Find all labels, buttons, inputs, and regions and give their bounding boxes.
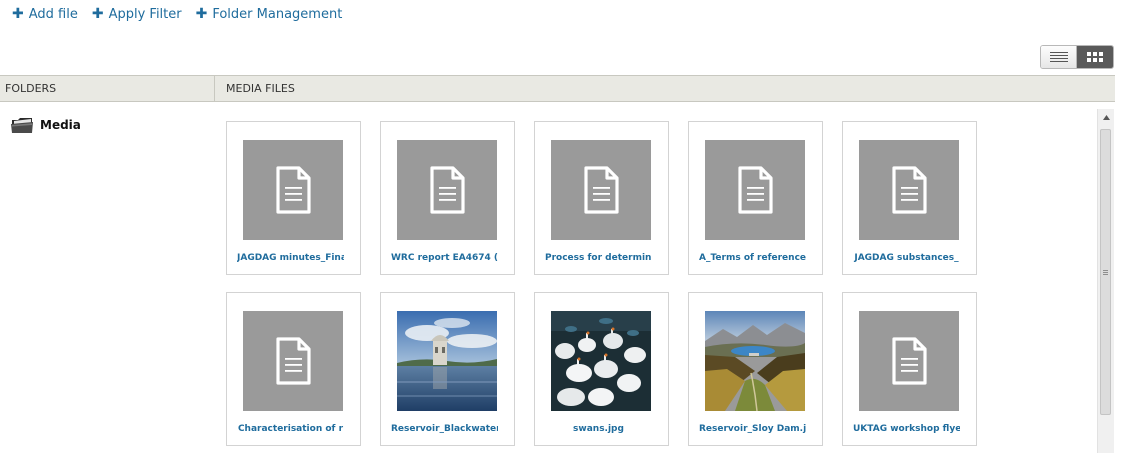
- document-icon: [276, 337, 311, 385]
- thumbnail: [397, 140, 497, 240]
- media-tile[interactable]: Process for determining: [534, 121, 669, 275]
- media-tile[interactable]: Reservoir_Blackwater: [380, 292, 515, 446]
- document-icon: [584, 166, 619, 214]
- thumbnail: [397, 311, 497, 411]
- media-grid: JAGDAG minutes_Final WRC report EA4674 (: [226, 121, 977, 446]
- add-file-label: Add file: [28, 6, 78, 22]
- thumbnail: [551, 140, 651, 240]
- folder-management-label: Folder Management: [212, 6, 343, 22]
- file-name-link[interactable]: Reservoir_Blackwater: [391, 424, 498, 434]
- file-name-link[interactable]: Reservoir_Sloy Dam.j: [699, 424, 806, 434]
- thumbnail: [859, 311, 959, 411]
- folder-icon: [11, 118, 33, 133]
- folder-management-link[interactable]: ✚ Folder Management: [196, 5, 343, 23]
- thumbnail: [551, 311, 651, 411]
- media-tile[interactable]: UKTAG workshop flye: [842, 292, 977, 446]
- apply-filter-link[interactable]: ✚ Apply Filter: [92, 5, 182, 23]
- plus-icon: ✚: [12, 6, 24, 22]
- file-name-link[interactable]: Characterisation of r: [237, 424, 344, 434]
- document-icon: [276, 166, 311, 214]
- media-tile[interactable]: JAGDAG minutes_Final: [226, 121, 361, 275]
- document-icon: [430, 166, 465, 214]
- arrow-up-icon: [1102, 115, 1110, 120]
- media-tile[interactable]: Characterisation of r: [226, 292, 361, 446]
- document-icon: [892, 166, 927, 214]
- document-icon: [738, 166, 773, 214]
- grid-icon: [1087, 52, 1103, 62]
- dam-valley-photo: [705, 311, 805, 411]
- file-name-link[interactable]: WRC report EA4674 (: [391, 253, 498, 263]
- file-name-link[interactable]: UKTAG workshop flye: [853, 424, 960, 434]
- reservoir-tower-photo: [397, 311, 497, 411]
- thumbnail: [243, 311, 343, 411]
- file-name-link[interactable]: swans.jpg: [545, 424, 652, 434]
- scroll-up-button[interactable]: [1098, 109, 1114, 126]
- toolbar: ✚ Add file ✚ Apply Filter ✚ Folder Manag…: [12, 5, 342, 23]
- file-name-link[interactable]: A_Terms of reference: [699, 253, 806, 263]
- media-tile[interactable]: Reservoir_Sloy Dam.j: [688, 292, 823, 446]
- apply-filter-label: Apply Filter: [108, 6, 182, 22]
- file-name-link[interactable]: JAGDAG substances_: [853, 253, 960, 263]
- media-tile[interactable]: swans.jpg: [534, 292, 669, 446]
- view-toggle: [1040, 45, 1114, 69]
- thumbnail: [705, 140, 805, 240]
- list-view-button[interactable]: [1041, 46, 1078, 68]
- thumbnail: [243, 140, 343, 240]
- column-header-bar: FOLDERS MEDIA FILES: [0, 75, 1115, 102]
- plus-icon: ✚: [91, 6, 104, 22]
- media-tile[interactable]: WRC report EA4674 (: [380, 121, 515, 275]
- media-files-header: MEDIA FILES: [226, 82, 295, 95]
- scroll-thumb[interactable]: [1100, 129, 1111, 415]
- folder-name: Media: [40, 118, 81, 132]
- header-divider: [214, 76, 215, 101]
- file-name-link[interactable]: JAGDAG minutes_Final: [237, 253, 344, 263]
- folders-header: FOLDERS: [5, 82, 57, 95]
- grid-view-button[interactable]: [1077, 46, 1113, 68]
- swans-photo: [551, 311, 651, 411]
- thumbnail: [859, 140, 959, 240]
- media-scrollbar[interactable]: [1097, 109, 1114, 453]
- plus-icon: ✚: [195, 6, 208, 22]
- media-tile[interactable]: A_Terms of reference: [688, 121, 823, 275]
- thumbnail: [705, 311, 805, 411]
- grip-icon: [1103, 269, 1108, 271]
- folder-item-media[interactable]: Media: [11, 116, 81, 134]
- file-name-link[interactable]: Process for determining: [545, 253, 652, 263]
- document-icon: [892, 337, 927, 385]
- list-icon: [1049, 52, 1068, 62]
- add-file-link[interactable]: ✚ Add file: [12, 5, 78, 23]
- media-tile[interactable]: JAGDAG substances_: [842, 121, 977, 275]
